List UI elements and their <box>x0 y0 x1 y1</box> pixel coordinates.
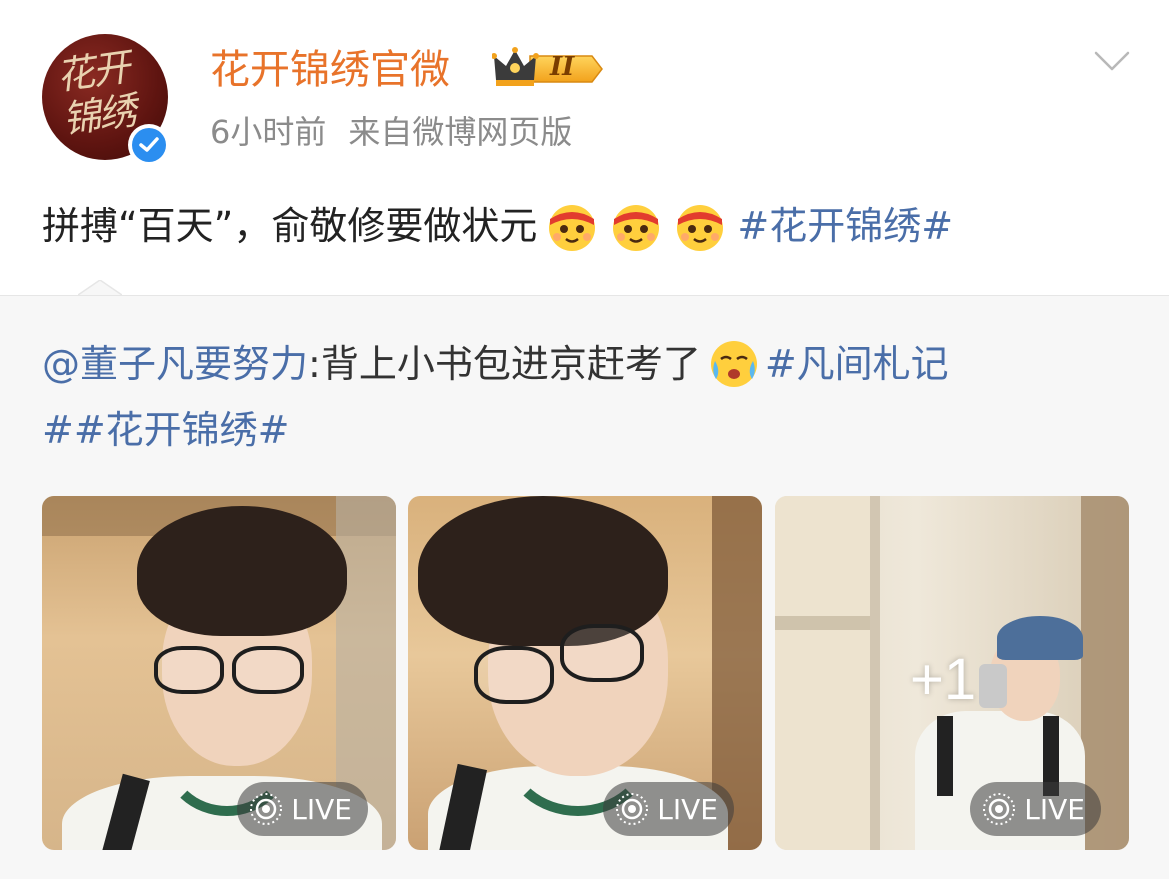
live-photo-badge: LIVE <box>237 782 368 836</box>
struggle-emoji-icon <box>549 205 596 251</box>
repost-mention-link[interactable]: @董子凡要努力 <box>42 334 308 394</box>
vip-level-text: II <box>550 52 575 82</box>
repost-hashtag-link-2[interactable]: ##花开锦绣# <box>42 400 290 460</box>
post-source[interactable]: 来自微博网页版 <box>348 113 572 151</box>
post-text: 拼搏“百天”，俞敬修要做状元 <box>42 204 538 248</box>
photo-thumbnail-2[interactable]: LIVE <box>408 496 762 850</box>
repost-separator: : <box>308 342 321 386</box>
more-photos-count: +1 <box>910 647 977 712</box>
post-meta: 6小时前 来自微博网页版 <box>210 110 572 154</box>
post-time: 6小时前 <box>210 113 327 151</box>
live-badge-label: LIVE <box>657 792 718 826</box>
repost-text-line-1: @董子凡要努力 : 背上小书包进京赶考了 #凡间札记 <box>42 334 949 394</box>
username[interactable]: 花开锦绣官微 <box>210 44 450 96</box>
repost-text: 背上小书包进京赶考了 <box>320 342 701 386</box>
repost-text-line-2: ##花开锦绣# <box>42 400 290 460</box>
live-photo-badge: LIVE <box>970 782 1101 836</box>
struggle-emoji-icon <box>677 205 724 251</box>
repost-hashtag-link-1[interactable]: #凡间札记 <box>765 334 949 394</box>
photo-thumbnail-3[interactable]: +1 LIVE <box>775 496 1129 850</box>
live-badge-label: LIVE <box>1024 792 1085 826</box>
chevron-down-icon[interactable] <box>1093 48 1131 74</box>
verified-icon <box>128 124 170 166</box>
vip-level-badge[interactable]: II <box>491 46 604 92</box>
live-photo-icon <box>983 793 1016 825</box>
tearful-emoji-icon <box>710 341 757 387</box>
struggle-emoji-icon <box>613 205 660 251</box>
live-photo-icon <box>616 793 649 825</box>
post-body: 拼搏“百天”，俞敬修要做状元 #花开锦绣# <box>42 196 953 256</box>
repost-pointer <box>78 280 122 296</box>
photo-thumbnail-1[interactable]: LIVE <box>42 496 396 850</box>
live-photo-badge: LIVE <box>603 782 734 836</box>
post-hashtag-link[interactable]: #花开锦绣# <box>737 196 953 256</box>
live-photo-icon <box>250 793 283 825</box>
live-badge-label: LIVE <box>291 792 352 826</box>
